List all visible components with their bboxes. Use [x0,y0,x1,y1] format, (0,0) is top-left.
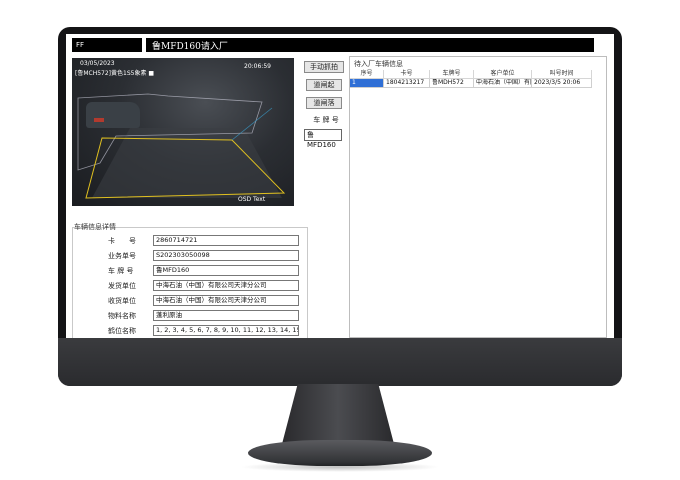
detail-row-material: 物料名称 蓬利原油 [72,310,308,322]
detail-row-shipper: 发货单位 中海石油（中国）有限公司天津分公司 [72,280,308,292]
detail-label: 车 牌 号 [108,267,134,275]
detail-row-crane: 鹤位名称 1, 2, 3, 4, 5, 6, 7, 8, 9, 10, 11, … [72,325,308,337]
left-panel: 03/05/2023 [鲁MCH572]黄色1S5象素 ■ 20:06:59 O… [72,58,350,338]
pending-vehicles-table: 序号 卡号 车牌号 客户单位 叫号时间 1 1804213217 鲁MDH572… [350,70,608,88]
detail-row-card: 卡 号 2860714721 [72,235,308,247]
table-cell: 中海石油（中国）有限公... [474,79,532,88]
title-bar: FF 鲁MFD160请入厂 [72,38,594,52]
shipper-field[interactable]: 中海石油（中国）有限公司天津分公司 [153,280,299,291]
material-field[interactable]: 蓬利原油 [153,310,299,321]
table-row[interactable]: 1 1804213217 鲁MDH572 中海石油（中国）有限公... 2023… [350,79,608,88]
table-cell: 鲁MDH572 [430,79,474,88]
camera-osd-text: OSD Text [238,196,266,203]
detail-row-receiver: 收货单位 中海石油（中国）有限公司天津分公司 [72,295,308,307]
manual-capture-button[interactable]: 手动抓拍 [304,61,344,73]
screen: FF 鲁MFD160请入厂 03/05/2023 [鲁MCH572]黄色1S5象… [66,34,614,338]
vehicle-details: 车辆信息详情 卡 号 2860714721 业务单号 S202303050098… [72,222,308,338]
monitor-bezel-bottom [58,338,622,386]
gate-down-button[interactable]: 道闸落 [306,97,342,109]
monitor-frame: FF 鲁MFD160请入厂 03/05/2023 [鲁MCH572]黄色1S5象… [58,27,622,386]
plate-number-field[interactable]: 鲁MFD160 [304,129,342,149]
table-cell: 1 [350,79,384,88]
pending-vehicles-title: 待入厂车辆信息 [354,60,403,68]
order-number-field[interactable]: S202303050098 [153,250,299,261]
camera-vehicle [86,102,140,128]
plate-number-label: 车 牌 号 [313,116,339,124]
column-header[interactable]: 卡号 [384,70,430,79]
column-header[interactable]: 车牌号 [430,70,474,79]
table-header: 序号 卡号 车牌号 客户单位 叫号时间 [350,70,608,79]
pending-vehicles-panel: 待入厂车辆信息 序号 卡号 车牌号 客户单位 叫号时间 1 1804213217… [349,56,607,338]
title-bar-left-label: FF [76,41,85,49]
page-title: 鲁MFD160请入厂 [152,41,228,52]
detail-row-plate: 车 牌 号 鲁MFD160 [72,265,308,277]
plate-field[interactable]: 鲁MFD160 [153,265,299,276]
column-header[interactable]: 序号 [350,70,384,79]
detail-label: 发货单位 [108,282,136,290]
detail-label: 收货单位 [108,297,136,305]
receiver-field[interactable]: 中海石油（中国）有限公司天津分公司 [153,295,299,306]
camera-vehicle-light [94,118,104,122]
detail-row-order: 业务单号 S202303050098 [72,250,308,262]
table-cell: 2023/3/5 20:06 [532,79,592,88]
vehicle-details-title: 车辆信息详情 [74,223,116,231]
detail-label: 业务单号 [108,252,136,260]
crane-position-field[interactable]: 1, 2, 3, 4, 5, 6, 7, 8, 9, 10, 11, 12, 1… [153,325,299,336]
monitor-stand-neck [282,384,394,444]
camera-time: 20:06:59 [244,63,271,70]
detail-label: 卡 号 [108,237,136,245]
camera-detection-zone [77,93,286,199]
camera-plate-overlay: [鲁MCH572]黄色1S5象素 ■ [75,70,155,77]
detail-label: 鹤位名称 [108,327,136,335]
gate-up-button[interactable]: 道闸起 [306,79,342,91]
monitor-stand-shadow [240,462,440,472]
camera-date: 03/05/2023 [80,60,115,67]
detail-label: 物料名称 [108,312,136,320]
column-header[interactable]: 客户单位 [474,70,532,79]
camera-feed: 03/05/2023 [鲁MCH572]黄色1S5象素 ■ 20:06:59 O… [72,58,294,206]
table-cell: 1804213217 [384,79,430,88]
card-number-field[interactable]: 2860714721 [153,235,299,246]
control-buttons: 手动抓拍 道闸起 道闸落 车 牌 号 鲁MFD160 [302,58,350,149]
column-header[interactable]: 叫号时间 [532,70,592,79]
